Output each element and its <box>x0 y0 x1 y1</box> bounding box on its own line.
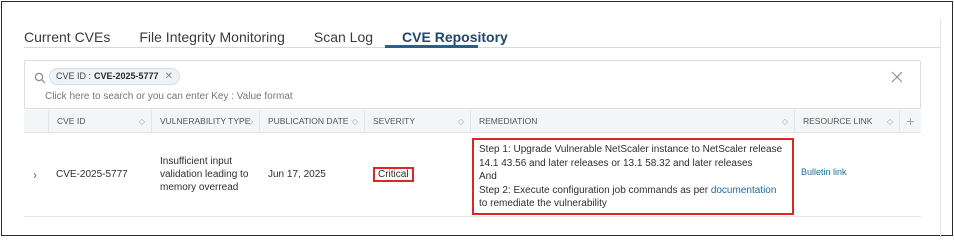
search-input[interactable]: Click here to search or you can enter Ke… <box>45 91 293 102</box>
column-header-publication-date[interactable]: PUBLICATION DATE ◇ <box>259 110 364 133</box>
filter-chip-value: CVE-2025-5777 <box>94 71 159 81</box>
column-header-remediation[interactable]: REMEDIATION ◇ <box>470 110 794 133</box>
sort-icon[interactable]: ◇ <box>887 110 893 133</box>
bulletin-link[interactable]: Bulletin link <box>801 166 847 179</box>
search-icon <box>34 72 46 84</box>
column-header-resource-link[interactable]: RESOURCE LINK ◇ <box>794 110 899 133</box>
column-header-cve-id[interactable]: CVE ID ◇ <box>48 110 151 133</box>
sort-icon[interactable]: ◇ <box>139 110 145 133</box>
remove-filter-icon[interactable]: ✕ <box>165 69 173 84</box>
severity-badge: Critical <box>373 167 414 182</box>
sort-icon[interactable]: ◇ <box>458 110 464 133</box>
sort-icon[interactable]: ◇ <box>352 110 358 133</box>
chevron-right-icon[interactable]: › <box>33 168 37 182</box>
filter-chip-key: CVE ID : <box>56 71 92 81</box>
table-row[interactable]: › CVE-2025-5777 Insufficient input valid… <box>24 134 921 217</box>
divider <box>940 18 941 237</box>
cve-id-cell: CVE-2025-5777 <box>56 169 128 180</box>
table-header: CVE ID ◇ VULNERABILITY TYPE ◇ PUBLICATION … <box>24 110 921 133</box>
column-header-severity[interactable]: SEVERITY ◇ <box>364 110 470 133</box>
clear-search-icon[interactable] <box>891 71 903 83</box>
active-tab-indicator <box>385 45 478 48</box>
filter-chip[interactable]: CVE ID : CVE-2025-5777 ✕ <box>49 68 180 85</box>
documentation-link[interactable]: documentation <box>711 185 777 196</box>
add-column-button[interactable]: + <box>899 110 921 133</box>
search-bar[interactable]: CVE ID : CVE-2025-5777 ✕ Click here to s… <box>24 60 921 109</box>
sort-icon[interactable]: ◇ <box>782 110 788 133</box>
tab-scan-log[interactable]: Scan Log <box>314 28 373 48</box>
sort-icon[interactable]: ◇ <box>247 110 253 133</box>
tab-file-integrity-monitoring[interactable]: File Integrity Monitoring <box>139 28 285 48</box>
tab-divider <box>24 47 940 48</box>
remediation-cell: Step 1: Upgrade Vulnerable NetScaler ins… <box>472 138 794 215</box>
column-header-vulnerability-type[interactable]: VULNERABILITY TYPE ◇ <box>151 110 259 133</box>
tab-current-cves[interactable]: Current CVEs <box>24 28 110 48</box>
expand-column-header <box>24 110 48 133</box>
publication-date-cell: Jun 17, 2025 <box>268 169 326 180</box>
vulnerability-type-cell: Insufficient input validation leading to… <box>160 156 249 193</box>
